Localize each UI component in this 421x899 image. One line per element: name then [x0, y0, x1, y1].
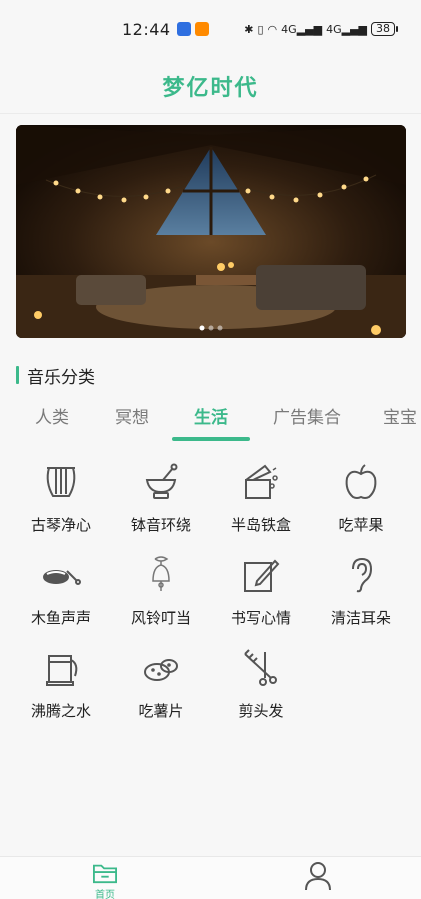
item-label: 木鱼声声: [30, 609, 91, 627]
scissors-comb-icon: [237, 644, 285, 692]
item-label: 书写心情: [230, 609, 291, 627]
status-icons: ✱ ▯ ◠ 4G▂▄▆ 4G▂▄▆ 38: [244, 22, 398, 36]
wooden-fish-icon: [37, 551, 85, 599]
item-label: 半岛铁盒: [230, 516, 291, 534]
ear-icon: [337, 551, 385, 599]
music-box-icon: [237, 458, 285, 506]
signal-1-icon: 4G▂▄▆: [281, 22, 323, 36]
nav-home-label: 首页: [95, 890, 115, 899]
item-label: 剪头发: [238, 702, 284, 720]
nav-profile[interactable]: [288, 861, 348, 899]
item-chi-shu-pian[interactable]: 吃薯片: [111, 644, 211, 730]
section-header: 音乐分类: [16, 364, 95, 388]
bottom-nav: 首页: [0, 856, 421, 899]
item-label: 风铃叮当: [130, 609, 191, 627]
item-ban-dao-tie-he[interactable]: 半岛铁盒: [211, 458, 311, 544]
category-tabs: 人类 冥想 生活 广告集合 宝宝: [0, 400, 421, 442]
wifi-icon: ◠: [267, 22, 278, 36]
nav-home[interactable]: 首页: [75, 861, 135, 899]
vibrate-icon: ▯: [257, 22, 264, 36]
item-label: 清洁耳朵: [330, 609, 391, 627]
weibo-icon: [194, 22, 209, 36]
app-header: 梦亿时代: [0, 58, 421, 114]
tab-guang-gao-ji-he[interactable]: 广告集合: [262, 400, 352, 442]
tab-ren-lei[interactable]: 人类: [20, 400, 84, 442]
item-gu-qin[interactable]: 古琴净心: [11, 458, 111, 544]
wind-chime-icon: [137, 551, 185, 599]
item-label: 吃薯片: [138, 702, 184, 720]
item-label: 吃苹果: [338, 516, 384, 534]
bluetooth-icon: ✱: [244, 22, 254, 36]
apple-icon: [337, 458, 385, 506]
user-icon: [305, 862, 331, 891]
notification-icon: [176, 22, 191, 36]
tab-bao-bao[interactable]: 宝宝: [383, 400, 421, 442]
mortar-bowl-icon: [137, 458, 185, 506]
item-chi-ping-guo[interactable]: 吃苹果: [311, 458, 411, 544]
banner-image[interactable]: [16, 125, 406, 338]
item-fei-teng[interactable]: 沸腾之水: [11, 644, 111, 730]
potato-icon: [137, 644, 185, 692]
kettle-icon: [37, 644, 85, 692]
page-title: 梦亿时代: [162, 75, 259, 101]
lyre-icon: [37, 458, 85, 506]
section-accent-bar: [16, 366, 19, 384]
status-time: 12:44: [122, 19, 171, 39]
item-jian-tou-fa[interactable]: 剪头发: [211, 644, 311, 730]
item-label: 沸腾之水: [30, 702, 91, 720]
item-mu-yu[interactable]: 木鱼声声: [11, 551, 111, 637]
tab-ming-xiang[interactable]: 冥想: [100, 400, 164, 442]
tab-indicator: [172, 437, 250, 441]
tab-sheng-huo[interactable]: 生活: [179, 400, 243, 442]
item-label: 古琴净心: [30, 516, 91, 534]
item-bo-yin[interactable]: 钵音环绕: [111, 458, 211, 544]
pen-paper-icon: [237, 551, 285, 599]
folder-icon: [93, 864, 117, 884]
item-feng-ling[interactable]: 风铃叮当: [111, 551, 211, 637]
signal-2-icon: 4G▂▄▆: [326, 22, 367, 36]
item-shu-xie[interactable]: 书写心情: [211, 551, 311, 637]
item-qing-jie-er-duo[interactable]: 清洁耳朵: [311, 551, 411, 637]
battery-icon: 38: [371, 22, 398, 36]
section-title: 音乐分类: [27, 367, 95, 388]
banner-indicator: [199, 325, 223, 331]
item-label: 钵音环绕: [130, 516, 191, 534]
status-bar: 12:44 ✱ ▯ ◠ 4G▂▄▆ 4G▂▄▆ 38: [0, 0, 421, 58]
